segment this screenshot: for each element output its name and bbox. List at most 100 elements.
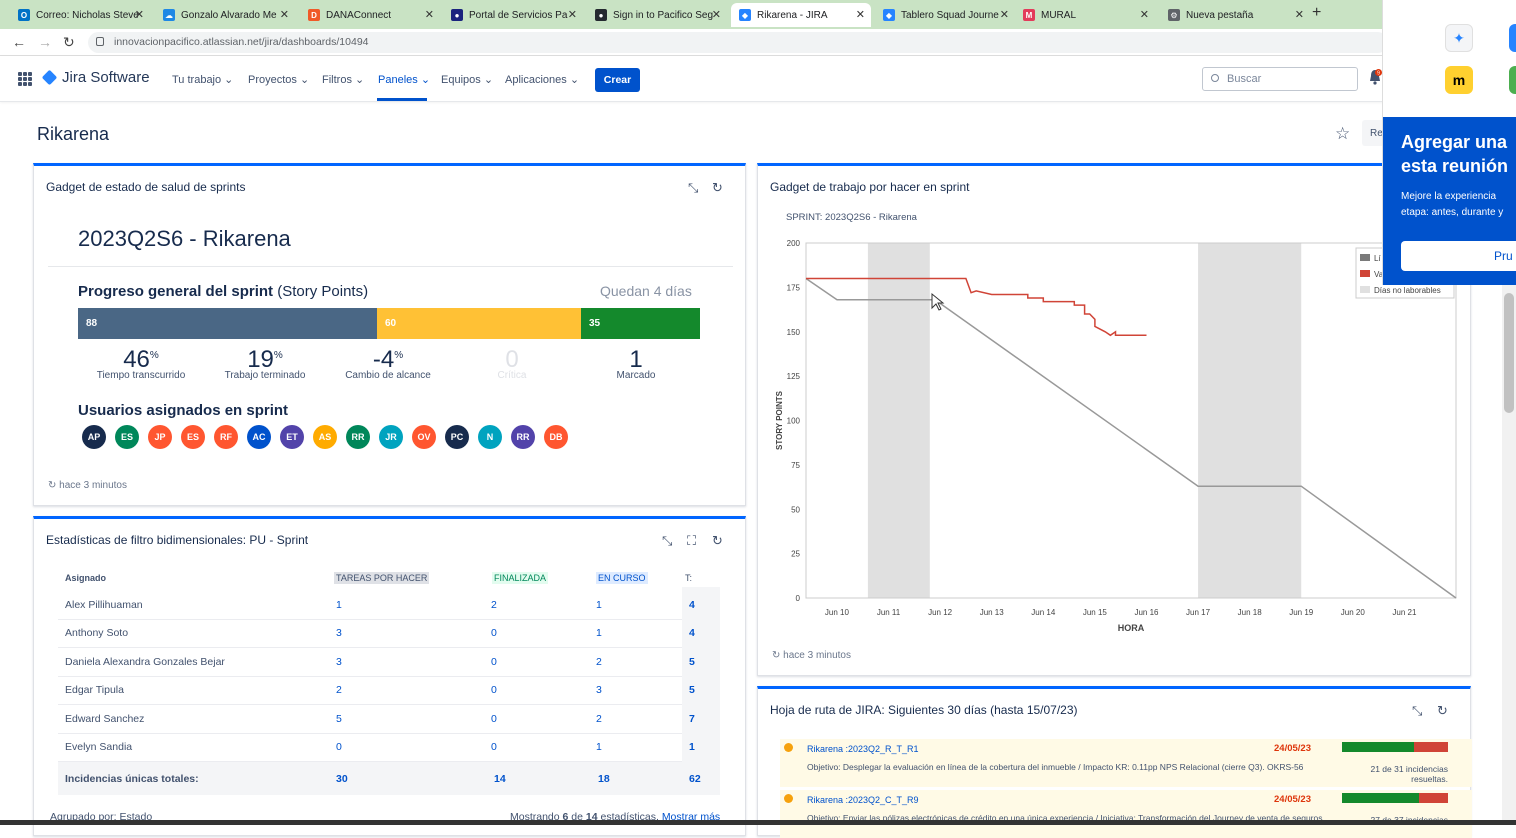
col-header-todo[interactable]: TAREAS POR HACER	[334, 572, 430, 584]
stat-cell-total[interactable]: 1	[689, 741, 695, 753]
stat-cell-done[interactable]: 0	[491, 656, 497, 668]
total-done[interactable]: 14	[494, 773, 506, 785]
user-avatar[interactable]: AC	[247, 425, 271, 449]
user-avatar[interactable]: RR	[346, 425, 370, 449]
browser-tab[interactable]: M MURAL ✕	[1015, 3, 1155, 27]
user-avatar[interactable]: ET	[280, 425, 304, 449]
menu-proyectos[interactable]: Proyectos ⌄	[248, 73, 309, 86]
user-avatar[interactable]: OV	[412, 425, 436, 449]
minimize-icon[interactable]: ⤡	[662, 533, 672, 549]
stat-cell-done[interactable]: 0	[491, 684, 497, 696]
user-avatar[interactable]: RF	[214, 425, 238, 449]
scrollbar-thumb[interactable]	[1504, 293, 1514, 413]
minimize-icon[interactable]: ⤡	[1412, 703, 1422, 719]
miro-icon[interactable]: m	[1445, 66, 1473, 94]
user-avatar[interactable]: ES	[181, 425, 205, 449]
tab-close-icon[interactable]: ✕	[1295, 8, 1304, 21]
stat-cell-todo[interactable]: 2	[336, 684, 342, 696]
browser-tab[interactable]: O Correo: Nicholas Steve ✕	[10, 3, 150, 27]
app-icon-blue[interactable]	[1509, 24, 1516, 52]
menu-tu-trabajo[interactable]: Tu trabajo ⌄	[172, 73, 233, 86]
browser-tab[interactable]: ● Portal de Servicios Pa ✕	[443, 3, 583, 27]
notifications-icon[interactable]: 9	[1368, 69, 1382, 85]
stat-cell-total[interactable]: 5	[689, 656, 695, 668]
try-button[interactable]: Pru	[1401, 241, 1516, 271]
refresh-icon[interactable]: ↻	[1437, 703, 1448, 719]
stat-cell-done[interactable]: 2	[491, 599, 497, 611]
tab-close-icon[interactable]: ✕	[1140, 8, 1149, 21]
refresh-icon[interactable]: ↻	[712, 180, 723, 196]
stat-cell-total[interactable]: 4	[689, 599, 695, 611]
browser-tab[interactable]: ⚙ Nueva pestaña ✕	[1160, 3, 1310, 27]
refresh-icon[interactable]: ↻	[712, 533, 723, 549]
stat-cell-prog[interactable]: 3	[596, 684, 602, 696]
stat-cell-todo[interactable]: 5	[336, 713, 342, 725]
stat-cell-todo[interactable]: 0	[336, 741, 342, 753]
forward-icon[interactable]: →	[38, 34, 52, 50]
browser-tab[interactable]: D DANAConnect ✕	[300, 3, 440, 27]
menu-paneles[interactable]: Paneles ⌄	[378, 73, 430, 86]
progress-segment[interactable]: 35	[581, 308, 700, 339]
browser-tab[interactable]: ● Sign in to Pacifico Seg ✕	[587, 3, 727, 27]
user-avatar[interactable]: AP	[82, 425, 106, 449]
browser-tab[interactable]: ☁ Gonzalo Alvarado Me ✕	[155, 3, 295, 27]
user-avatar[interactable]: ES	[115, 425, 139, 449]
user-avatar[interactable]: N	[478, 425, 502, 449]
app-switcher-icon[interactable]	[18, 72, 32, 86]
browser-tab[interactable]: ◆ Tablero Squad Journe ✕	[875, 3, 1015, 27]
stat-cell-todo[interactable]: 3	[336, 627, 342, 639]
progress-segment[interactable]: 88	[78, 308, 377, 339]
total-all[interactable]: 62	[689, 773, 701, 785]
stat-cell-prog[interactable]: 2	[596, 656, 602, 668]
user-avatar[interactable]: PC	[445, 425, 469, 449]
browser-tab[interactable]: ◆ Rikarena - JIRA ✕	[731, 3, 871, 27]
app-icon-green[interactable]	[1509, 66, 1516, 94]
tab-close-icon[interactable]: ✕	[1000, 8, 1009, 21]
stat-cell-done[interactable]: 0	[491, 741, 497, 753]
back-icon[interactable]: ←	[12, 34, 26, 50]
tab-close-icon[interactable]: ✕	[280, 8, 289, 21]
stat-cell-todo[interactable]: 3	[336, 656, 342, 668]
user-avatar[interactable]: JR	[379, 425, 403, 449]
user-avatar[interactable]: RR	[511, 425, 535, 449]
user-avatar[interactable]: JP	[148, 425, 172, 449]
total-todo[interactable]: 30	[336, 773, 348, 785]
tab-close-icon[interactable]: ✕	[856, 8, 865, 21]
create-button[interactable]: Crear	[595, 68, 640, 92]
progress-segment[interactable]: 60	[377, 308, 581, 339]
stat-cell-done[interactable]: 0	[491, 713, 497, 725]
tab-close-icon[interactable]: ✕	[568, 8, 577, 21]
stat-cell-total[interactable]: 5	[689, 684, 695, 696]
stat-cell-prog[interactable]: 2	[596, 713, 602, 725]
page-scrollbar[interactable]	[1502, 285, 1516, 825]
version-link[interactable]: Rikarena :2023Q2_C_T_R9	[807, 795, 919, 805]
stat-cell-total[interactable]: 4	[689, 627, 695, 639]
user-avatar[interactable]: DB	[544, 425, 568, 449]
minimize-icon[interactable]: ⤡	[688, 180, 698, 196]
col-header-done[interactable]: FINALIZADA	[492, 572, 549, 584]
stat-cell-todo[interactable]: 1	[336, 599, 342, 611]
col-header-inprogress[interactable]: EN CURSO	[596, 572, 648, 584]
maximize-icon[interactable]: ⛶	[687, 533, 696, 549]
menu-equipos[interactable]: Equipos ⌄	[441, 73, 493, 86]
tab-close-icon[interactable]: ✕	[135, 8, 144, 21]
stat-cell-done[interactable]: 0	[491, 627, 497, 639]
star-icon[interactable]: ☆	[1335, 124, 1350, 144]
tab-close-icon[interactable]: ✕	[425, 8, 434, 21]
menu-aplicaciones[interactable]: Aplicaciones ⌄	[505, 73, 579, 86]
version-link[interactable]: Rikarena :2023Q2_R_T_R1	[807, 744, 919, 754]
stat-cell-total[interactable]: 7	[689, 713, 695, 725]
tab-close-icon[interactable]: ✕	[712, 8, 721, 21]
reload-icon[interactable]: ↻	[63, 34, 75, 51]
search-input[interactable]: Buscar	[1202, 67, 1358, 91]
stat-cell-prog[interactable]: 1	[596, 599, 602, 611]
url-field[interactable]: innovacionpacifico.atlassian.net/jira/da…	[88, 32, 1388, 53]
jira-logo[interactable]: Jira Software	[41, 69, 150, 86]
menu-filtros[interactable]: Filtros ⌄	[322, 73, 364, 86]
user-avatar[interactable]: AS	[313, 425, 337, 449]
new-tab-button[interactable]: +	[1312, 4, 1321, 22]
app-icon-rocket[interactable]: ✦	[1445, 24, 1473, 52]
total-inprogress[interactable]: 18	[598, 773, 610, 785]
stat-cell-prog[interactable]: 1	[596, 741, 602, 753]
stat-cell-prog[interactable]: 1	[596, 627, 602, 639]
